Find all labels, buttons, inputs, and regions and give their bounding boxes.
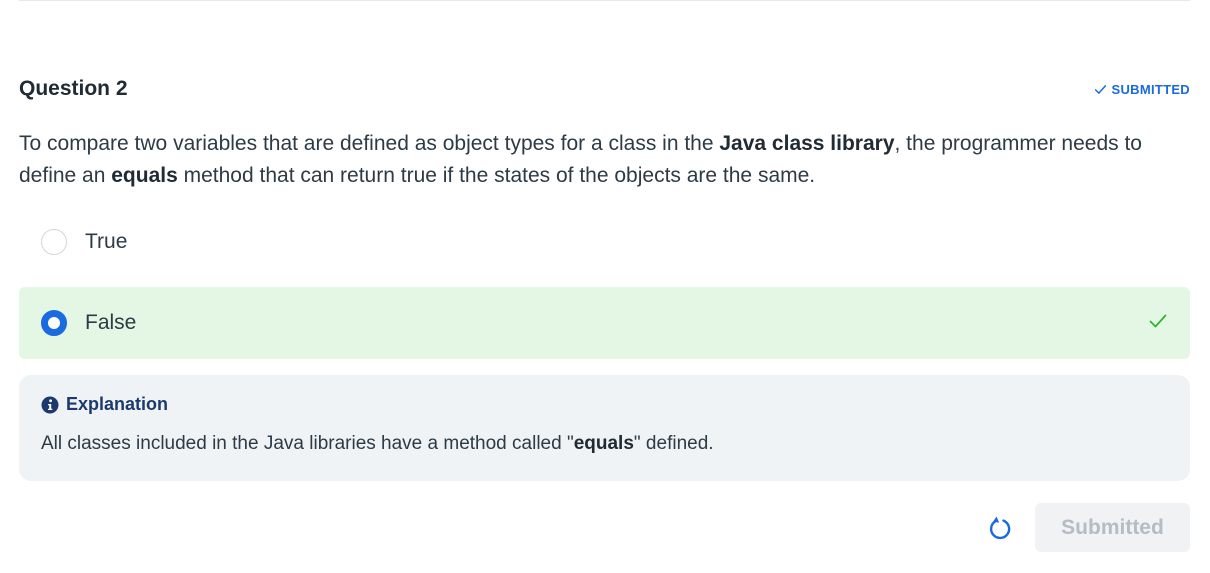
question-text-bold: equals: [111, 164, 178, 187]
status-text: SUBMITTED: [1111, 81, 1190, 97]
question-header: Question 2 SUBMITTED: [19, 77, 1190, 101]
quiz-page: Question 2 SUBMITTED To compare two vari…: [0, 0, 1210, 573]
option-label: True: [85, 230, 128, 253]
divider: [19, 0, 1190, 1]
check-icon: [1095, 84, 1107, 94]
status-badge: SUBMITTED: [1094, 82, 1190, 97]
radio-true[interactable]: [41, 229, 67, 255]
explanation-text-part: " defined.: [633, 433, 714, 454]
explanation-panel: Explanation All classes included in the …: [19, 375, 1190, 481]
question-text-bold: Java class library: [719, 132, 895, 155]
explanation-text: All classes included in the Java librari…: [41, 433, 1168, 455]
explanation-heading: Explanation: [41, 394, 1168, 415]
info-icon: [41, 396, 59, 413]
correct-check-icon: [1149, 314, 1167, 328]
explanation-title: Explanation: [66, 394, 169, 414]
option-label: False: [85, 311, 137, 334]
explanation-text-bold: equals: [573, 433, 634, 454]
question-title: Question 2: [19, 77, 128, 100]
radio-false[interactable]: [41, 310, 67, 336]
explanation-text-part: All classes included in the Java librari…: [41, 433, 574, 454]
option-false[interactable]: False: [19, 287, 1190, 359]
submitted-button[interactable]: Submitted: [1035, 503, 1190, 552]
question-text-part: method that can return true if the state…: [177, 164, 816, 187]
option-true[interactable]: True: [19, 206, 1190, 278]
question-text-part: To compare two variables that are define…: [19, 132, 720, 155]
retry-icon: [989, 516, 1011, 540]
question-text: To compare two variables that are define…: [19, 128, 1179, 192]
retry-button[interactable]: [984, 512, 1016, 544]
